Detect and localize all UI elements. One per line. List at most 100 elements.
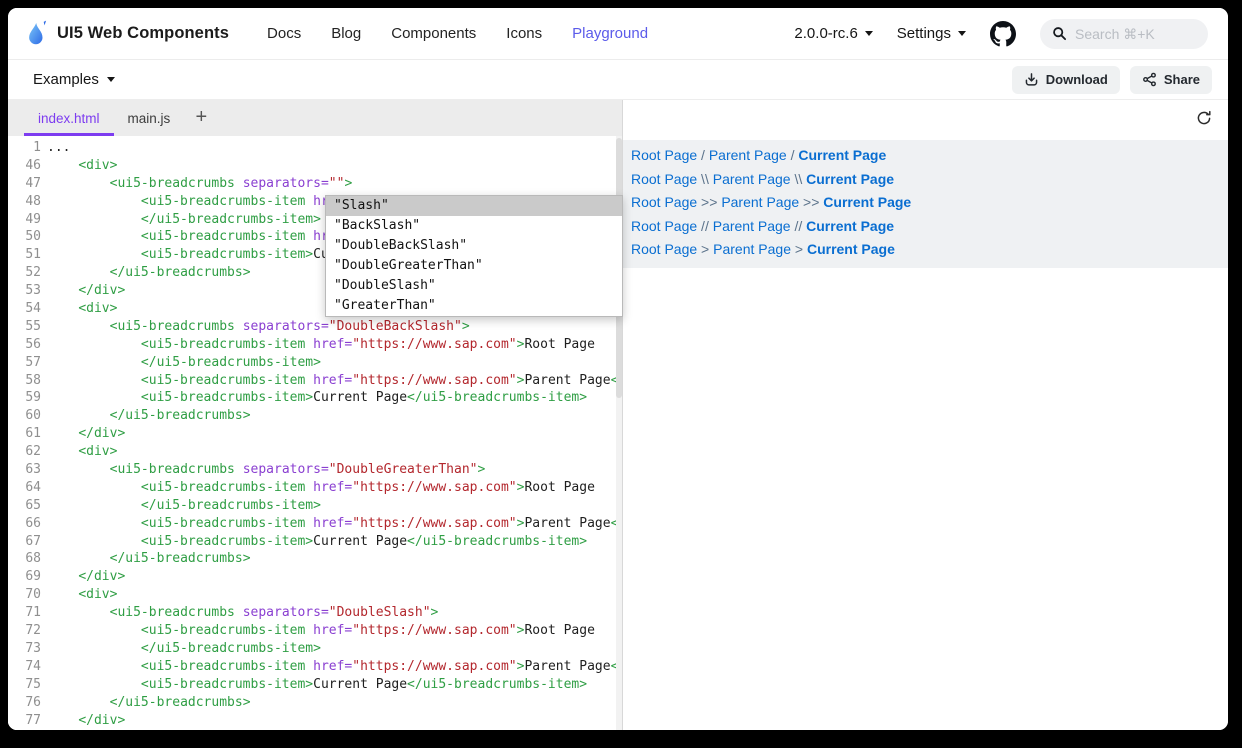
breadcrumb-link[interactable]: Root Page bbox=[631, 241, 697, 257]
examples-dropdown[interactable]: Examples bbox=[33, 71, 115, 88]
settings-menu[interactable]: Settings bbox=[897, 25, 966, 42]
autocomplete-item[interactable]: "DoubleSlash" bbox=[326, 276, 622, 296]
playground-window: UI5 Web Components Docs Blog Components Ico… bbox=[8, 8, 1228, 730]
line-number: 64 bbox=[8, 479, 47, 497]
breadcrumb-current: Current Page bbox=[807, 241, 895, 257]
autocomplete-item[interactable]: "DoubleGreaterThan" bbox=[326, 256, 622, 276]
code-line[interactable]: 47 <ui5-breadcrumbs separators=""> bbox=[8, 175, 622, 193]
line-code: </ui5-breadcrumbs-item> bbox=[47, 211, 321, 229]
code-line[interactable]: 59 <ui5-breadcrumbs-item>Current Page</u… bbox=[8, 389, 622, 407]
breadcrumb-separator: // bbox=[697, 218, 713, 234]
nav-links: Docs Blog Components Icons Playground bbox=[267, 25, 648, 42]
code-line[interactable]: 74 <ui5-breadcrumbs-item href="https://w… bbox=[8, 658, 622, 676]
code-line[interactable]: 73 </ui5-breadcrumbs-item> bbox=[8, 640, 622, 658]
autocomplete-item[interactable]: "GreaterThan" bbox=[326, 296, 622, 316]
nav-link-icons[interactable]: Icons bbox=[506, 25, 542, 42]
code-line[interactable]: 78 <div> bbox=[8, 729, 622, 730]
download-button[interactable]: Download bbox=[1012, 66, 1120, 94]
breadcrumb-separator: > bbox=[697, 241, 713, 257]
line-code: <ui5-breadcrumbs-item href="https://www.… bbox=[47, 479, 595, 497]
line-code: </div> bbox=[47, 568, 125, 586]
line-number: 77 bbox=[8, 712, 47, 730]
breadcrumb-separator: / bbox=[697, 147, 709, 163]
breadcrumb-current: Current Page bbox=[806, 171, 894, 187]
code-line[interactable]: 61 </div> bbox=[8, 425, 622, 443]
tab-main-js[interactable]: main.js bbox=[114, 100, 185, 136]
refresh-button[interactable] bbox=[1196, 110, 1212, 126]
breadcrumb-row: Root Page // Parent Page // Current Page bbox=[631, 215, 1228, 239]
chevron-down-icon bbox=[865, 31, 873, 36]
code-line[interactable]: 55 <ui5-breadcrumbs separators="DoubleBa… bbox=[8, 318, 622, 336]
code-line[interactable]: 67 <ui5-breadcrumbs-item>Current Page</u… bbox=[8, 533, 622, 551]
breadcrumb-current: Current Page bbox=[798, 147, 886, 163]
nav-link-docs[interactable]: Docs bbox=[267, 25, 301, 42]
nav-link-components[interactable]: Components bbox=[391, 25, 476, 42]
line-number: 48 bbox=[8, 193, 47, 211]
line-number: 53 bbox=[8, 282, 47, 300]
autocomplete-item[interactable]: "BackSlash" bbox=[326, 216, 622, 236]
share-label: Share bbox=[1164, 72, 1200, 87]
breadcrumb-link[interactable]: Root Page bbox=[631, 147, 697, 163]
code-line[interactable]: 66 <ui5-breadcrumbs-item href="https://w… bbox=[8, 515, 622, 533]
preview-content: Root Page / Parent Page / Current PageRo… bbox=[623, 140, 1228, 268]
line-code: <ui5-breadcrumbs-item>Current Page</ui5-… bbox=[47, 676, 587, 694]
download-icon bbox=[1024, 72, 1039, 87]
code-line[interactable]: 77 </div> bbox=[8, 712, 622, 730]
line-number: 49 bbox=[8, 211, 47, 229]
line-number: 62 bbox=[8, 443, 47, 461]
version-selector[interactable]: 2.0.0-rc.6 bbox=[794, 25, 872, 42]
code-line[interactable]: 56 <ui5-breadcrumbs-item href="https://w… bbox=[8, 336, 622, 354]
code-line[interactable]: 63 <ui5-breadcrumbs separators="DoubleGr… bbox=[8, 461, 622, 479]
brand[interactable]: UI5 Web Components bbox=[26, 20, 229, 48]
line-number: 69 bbox=[8, 568, 47, 586]
search-icon bbox=[1052, 26, 1067, 41]
share-icon bbox=[1142, 72, 1157, 87]
line-number: 75 bbox=[8, 676, 47, 694]
breadcrumb-link[interactable]: Parent Page bbox=[721, 194, 799, 210]
autocomplete-dropdown: "Slash""BackSlash""DoubleBackSlash""Doub… bbox=[325, 195, 623, 317]
code-line[interactable]: 72 <ui5-breadcrumbs-item href="https://w… bbox=[8, 622, 622, 640]
autocomplete-item[interactable]: "DoubleBackSlash" bbox=[326, 236, 622, 256]
code-line[interactable]: 58 <ui5-breadcrumbs-item href="https://w… bbox=[8, 372, 622, 390]
breadcrumb-current: Current Page bbox=[823, 194, 911, 210]
breadcrumb-link[interactable]: Parent Page bbox=[713, 241, 791, 257]
code-line[interactable]: 57 </ui5-breadcrumbs-item> bbox=[8, 354, 622, 372]
share-button[interactable]: Share bbox=[1130, 66, 1212, 94]
line-code: <ui5-breadcrumbs separators="DoubleSlash… bbox=[47, 604, 438, 622]
code-line[interactable]: 68 </ui5-breadcrumbs> bbox=[8, 550, 622, 568]
breadcrumb-separator: >> bbox=[697, 194, 721, 210]
line-number: 56 bbox=[8, 336, 47, 354]
code-line[interactable]: 64 <ui5-breadcrumbs-item href="https://w… bbox=[8, 479, 622, 497]
line-code: <ui5-breadcrumbs-item>Current Page</ui5-… bbox=[47, 533, 587, 551]
breadcrumb-link[interactable]: Root Page bbox=[631, 218, 697, 234]
ui5-flame-logo-icon bbox=[26, 20, 48, 48]
code-line[interactable]: 71 <ui5-breadcrumbs separators="DoubleSl… bbox=[8, 604, 622, 622]
code-line[interactable]: 60 </ui5-breadcrumbs> bbox=[8, 407, 622, 425]
breadcrumb-link[interactable]: Parent Page bbox=[709, 147, 787, 163]
code-line[interactable]: 46 <div> bbox=[8, 157, 622, 175]
code-line[interactable]: 75 <ui5-breadcrumbs-item>Current Page</u… bbox=[8, 676, 622, 694]
new-tab-button[interactable]: + bbox=[184, 100, 218, 136]
nav-link-playground[interactable]: Playground bbox=[572, 25, 648, 42]
code-line[interactable]: 1... bbox=[8, 139, 622, 157]
breadcrumb-link[interactable]: Root Page bbox=[631, 171, 697, 187]
line-number: 65 bbox=[8, 497, 47, 515]
breadcrumb-link[interactable]: Root Page bbox=[631, 194, 697, 210]
tab-index-html[interactable]: index.html bbox=[24, 100, 114, 136]
settings-label: Settings bbox=[897, 25, 951, 42]
line-code: <div> bbox=[47, 157, 117, 175]
nav-link-blog[interactable]: Blog bbox=[331, 25, 361, 42]
code-line[interactable]: 65 </ui5-breadcrumbs-item> bbox=[8, 497, 622, 515]
search-input[interactable] bbox=[1075, 26, 1185, 42]
breadcrumb-link[interactable]: Parent Page bbox=[713, 171, 791, 187]
breadcrumb-link[interactable]: Parent Page bbox=[713, 218, 791, 234]
line-code: <ui5-breadcrumbs-item href="https://www.… bbox=[47, 515, 622, 533]
code-line[interactable]: 69 </div> bbox=[8, 568, 622, 586]
autocomplete-item[interactable]: "Slash" bbox=[326, 196, 622, 216]
code-line[interactable]: 76 </ui5-breadcrumbs> bbox=[8, 694, 622, 712]
code-line[interactable]: 62 <div> bbox=[8, 443, 622, 461]
github-icon[interactable] bbox=[990, 21, 1016, 47]
code-line[interactable]: 70 <div> bbox=[8, 586, 622, 604]
breadcrumb-row: Root Page \\ Parent Page \\ Current Page bbox=[631, 168, 1228, 192]
search-box[interactable] bbox=[1040, 19, 1208, 49]
